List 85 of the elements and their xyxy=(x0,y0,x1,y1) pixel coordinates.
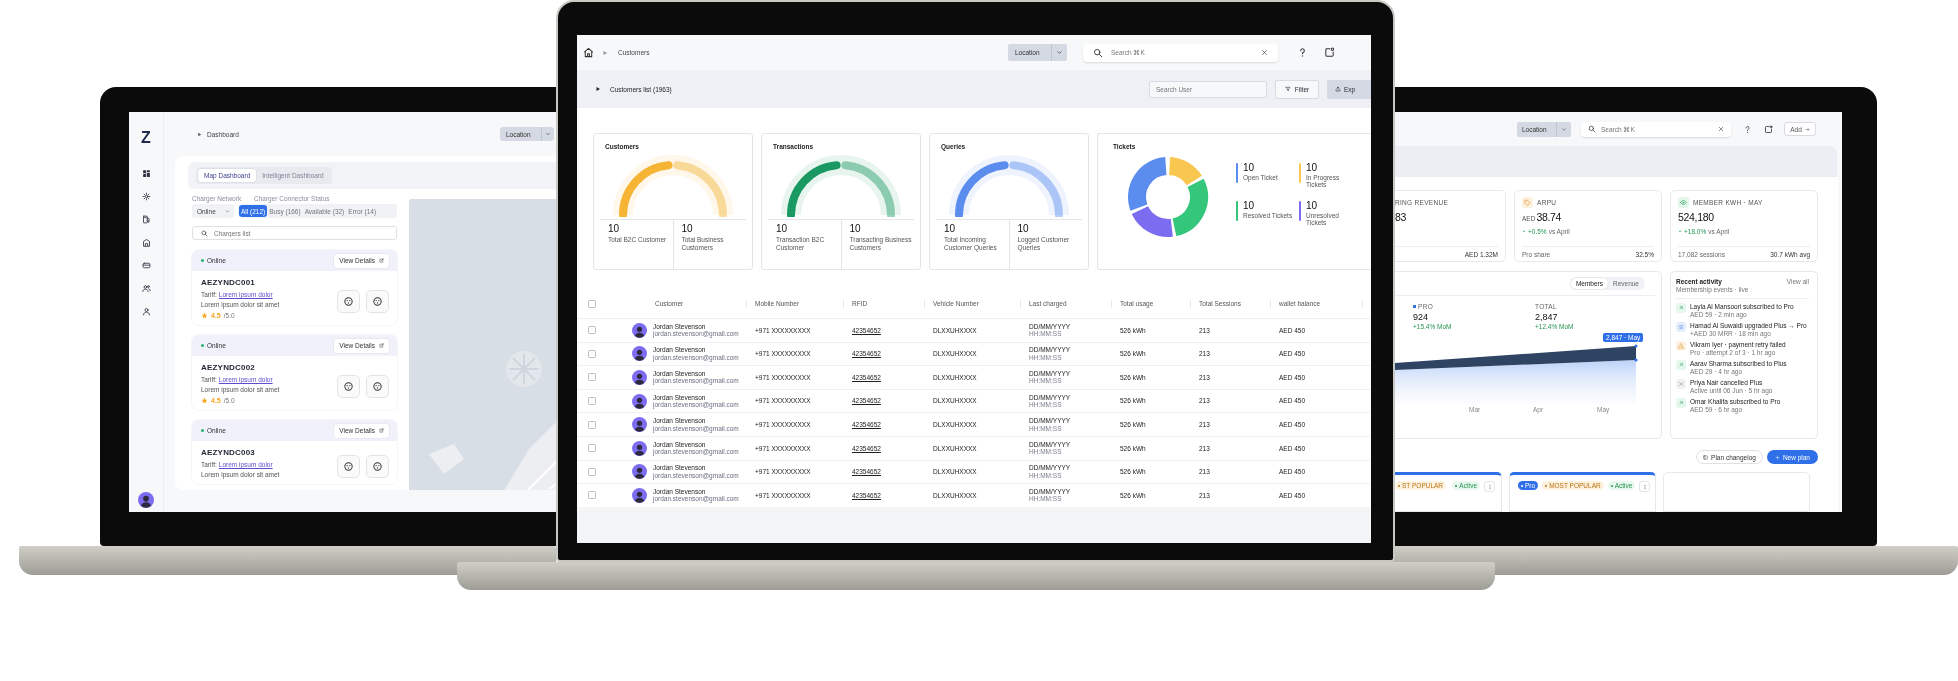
plug-icon xyxy=(372,460,383,472)
connector-tile[interactable] xyxy=(337,290,360,313)
stat-value: 10 xyxy=(681,224,694,234)
kpi-value: 38.74 xyxy=(1536,211,1562,223)
external-link-icon xyxy=(379,258,384,263)
kpi-value: 524,180 xyxy=(1678,211,1714,223)
stat-value: 10 xyxy=(944,224,957,234)
stat-value: 2,847 xyxy=(1535,311,1559,322)
avatar xyxy=(632,393,647,409)
up-caret-icon xyxy=(1522,229,1526,233)
upload-icon xyxy=(1335,86,1341,92)
user-icon[interactable] xyxy=(141,307,151,316)
status-dot xyxy=(201,344,204,347)
charger-id: AEZYNDC001 xyxy=(201,278,256,287)
avatar xyxy=(632,417,647,433)
play-icon xyxy=(197,131,202,137)
checkbox[interactable] xyxy=(588,373,596,382)
building-icon[interactable] xyxy=(141,238,151,247)
close-icon[interactable] xyxy=(1261,49,1268,56)
plug-icon xyxy=(343,460,354,472)
charger-id: AEZYNDC002 xyxy=(201,363,256,372)
play-icon xyxy=(602,49,608,56)
checkbox[interactable] xyxy=(588,397,596,406)
book-icon xyxy=(1703,454,1709,460)
plug-icon xyxy=(343,381,354,392)
search-icon xyxy=(1093,47,1103,58)
checkbox[interactable] xyxy=(588,300,596,308)
logo: Z xyxy=(141,130,151,146)
notification-icon[interactable] xyxy=(1324,47,1335,58)
close-icon[interactable] xyxy=(1718,126,1724,132)
users-icon[interactable] xyxy=(141,284,151,293)
plus-icon xyxy=(1774,454,1780,460)
connector-tile[interactable] xyxy=(366,454,389,478)
connector-tile[interactable] xyxy=(337,375,360,398)
plug-icon xyxy=(372,381,383,392)
checkbox[interactable] xyxy=(588,444,596,453)
checkbox[interactable] xyxy=(588,491,596,500)
checkbox[interactable] xyxy=(588,420,596,429)
ticket-count: 10 xyxy=(1243,162,1256,173)
up-caret-icon xyxy=(1678,229,1682,233)
dashboard-icon[interactable] xyxy=(141,169,151,178)
search-icon xyxy=(1588,125,1596,133)
charger-icon[interactable] xyxy=(141,215,151,224)
avatar xyxy=(632,464,647,480)
search-icon xyxy=(201,229,208,237)
external-link-icon xyxy=(379,428,384,433)
kpi-value: 83 xyxy=(1395,211,1407,223)
stat-value: 10 xyxy=(776,224,789,234)
avatar xyxy=(632,322,647,338)
play-icon[interactable] xyxy=(595,86,601,92)
external-link-icon xyxy=(379,343,384,348)
stat-value: 10 xyxy=(608,224,621,234)
ticket-count: 10 xyxy=(1306,200,1319,211)
help-icon[interactable] xyxy=(1297,47,1308,58)
avatar xyxy=(138,492,154,508)
filter-icon xyxy=(1284,86,1291,92)
charger-id: AEZYNDC003 xyxy=(201,448,256,457)
avatar xyxy=(632,440,647,456)
checkbox[interactable] xyxy=(588,326,596,335)
star-icon xyxy=(201,312,208,319)
arrow-icon xyxy=(1804,126,1810,132)
connector-tile[interactable] xyxy=(366,290,389,313)
help-icon[interactable] xyxy=(1743,124,1752,134)
settings-icon[interactable] xyxy=(141,192,151,201)
notification-icon[interactable] xyxy=(1764,124,1773,134)
ticket-count: 10 xyxy=(1306,162,1319,173)
plug-icon xyxy=(343,296,354,307)
connector-tile[interactable] xyxy=(366,375,389,398)
avatar xyxy=(632,346,647,362)
card-icon[interactable] xyxy=(141,261,151,270)
plug-icon xyxy=(372,296,383,307)
star-icon xyxy=(201,397,208,404)
stat-value: 10 xyxy=(1017,224,1030,234)
avatar xyxy=(632,370,647,385)
ticket-count: 10 xyxy=(1243,200,1256,211)
avatar xyxy=(632,487,647,503)
connector-tile[interactable] xyxy=(337,454,360,478)
status-dot xyxy=(201,259,204,262)
stat-value: 924 xyxy=(1413,311,1430,322)
home-icon[interactable] xyxy=(583,47,594,58)
chevron-icon xyxy=(225,208,230,214)
checkbox[interactable] xyxy=(588,467,596,476)
stat-value: 10 xyxy=(849,224,862,234)
checkbox[interactable] xyxy=(588,349,596,358)
status-dot xyxy=(201,429,204,432)
